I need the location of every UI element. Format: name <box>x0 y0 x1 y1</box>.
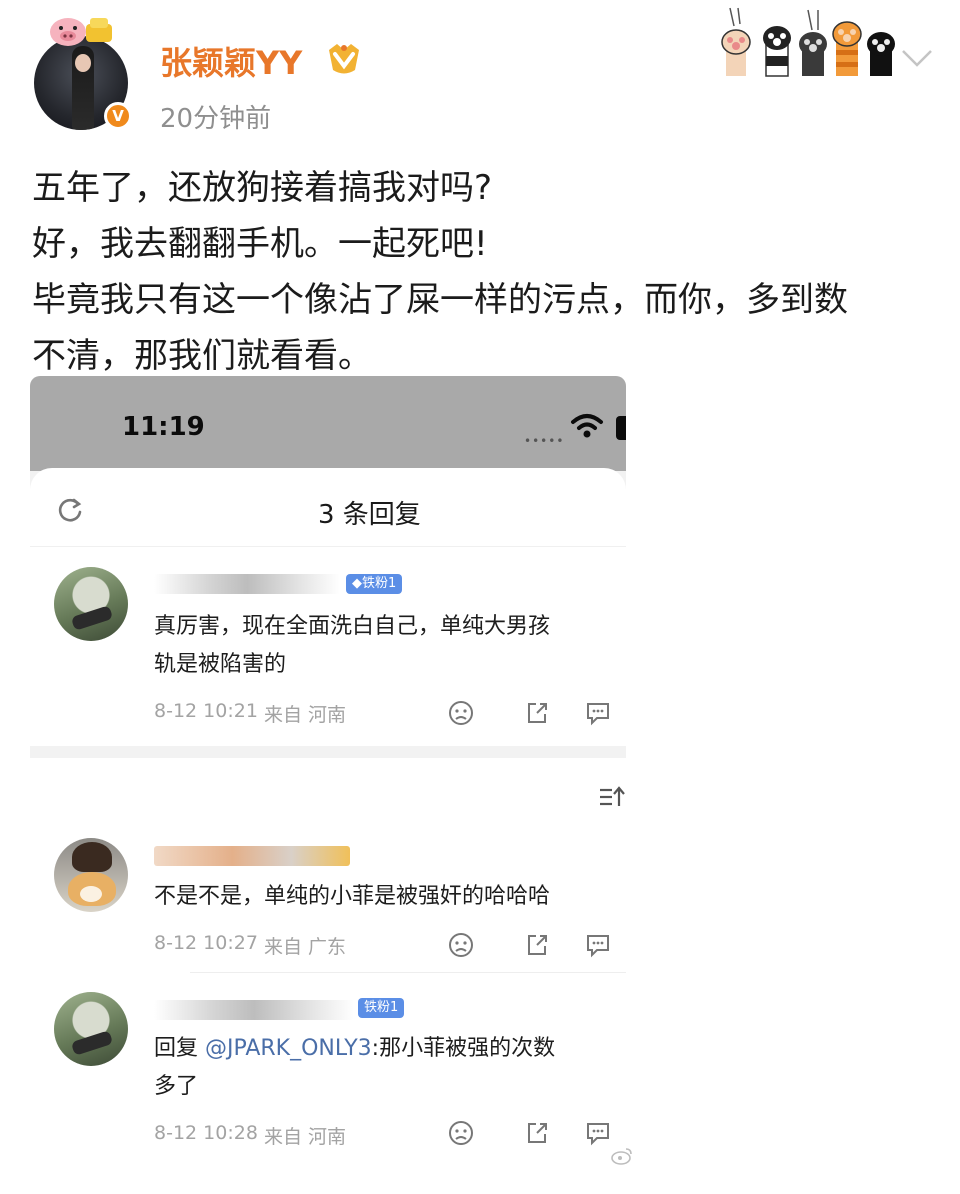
comment-text: 真厉害，现在全面洗白自己，单纯大男孩 <box>154 614 551 639</box>
comment-location: 来自 河南 <box>264 1126 347 1148</box>
sort-icon[interactable] <box>598 784 626 810</box>
post-line: 好，我去翻翻手机。一起死吧! <box>32 224 488 264</box>
mention-link[interactable]: @JPARK_ONLY3 <box>205 1036 372 1061</box>
commenter-name-blurred <box>154 574 340 594</box>
reply-prefix: 回复 <box>154 1036 205 1061</box>
battery-icon <box>616 416 626 440</box>
comment-icon[interactable] <box>585 932 611 958</box>
divider <box>190 972 626 973</box>
post-line: 毕竟我只有这一个像沾了屎一样的污点，而你，多到数 <box>32 280 848 320</box>
signal-dots: ••••• <box>524 434 565 448</box>
sad-face-icon[interactable] <box>448 932 474 958</box>
verified-badge: V <box>104 102 132 130</box>
weibo-watermark-icon <box>611 1148 632 1165</box>
paw-prints-icon <box>721 7 895 77</box>
comment-text: 不是不是，单纯的小菲是被强奸的哈哈哈 <box>154 884 551 909</box>
sad-face-icon[interactable] <box>448 700 474 726</box>
share-icon[interactable] <box>524 932 550 958</box>
comment-date: 8-12 10:21 <box>154 700 258 722</box>
pig-badge-icon <box>50 18 112 46</box>
background <box>626 760 960 1180</box>
comment-text: 回复 @JPARK_ONLY3:那小菲被强的次数 <box>154 1030 626 1068</box>
comment-text: 轨是被陷害的 <box>154 652 287 677</box>
status-time: 11:19 <box>122 412 205 442</box>
wifi-icon <box>571 414 603 438</box>
share-icon[interactable] <box>524 1120 550 1146</box>
post-line: 五年了，还放狗接着搞我对吗? <box>32 168 493 208</box>
sheet-title: 3 条回复 <box>318 500 421 530</box>
comment-icon[interactable] <box>585 700 611 726</box>
commenter-name-blurred <box>154 1000 354 1020</box>
comment-date: 8-12 10:28 <box>154 1122 258 1144</box>
author-username[interactable]: 张颖颖YY <box>160 38 302 84</box>
post-timestamp: 20分钟前 <box>160 104 272 134</box>
divider <box>30 546 626 547</box>
post-body: 五年了，还放狗接着搞我对吗? 好，我去翻翻手机。一起死吧! 毕竟我只有这一个像沾… <box>32 160 932 384</box>
commenter-avatar[interactable] <box>54 992 128 1066</box>
chevron-down-icon[interactable] <box>900 46 934 70</box>
comment-location: 来自 广东 <box>264 936 347 958</box>
reply-text: :那小菲被强的次数 <box>371 1036 556 1061</box>
fan-badge: ◆铁粉1 <box>346 574 403 594</box>
comment-date: 8-12 10:27 <box>154 932 258 954</box>
vip-badge-icon[interactable] <box>325 40 363 78</box>
fan-badge: 铁粉1 <box>358 998 405 1018</box>
commenter-name-blurred <box>154 846 350 866</box>
phone-status-bar: 11:19 ••••• <box>30 376 626 471</box>
share-icon[interactable] <box>524 700 550 726</box>
commenter-avatar[interactable] <box>54 567 128 641</box>
comment-text: 多了 <box>154 1074 199 1099</box>
author-avatar[interactable]: V <box>34 14 132 132</box>
refresh-icon[interactable] <box>56 496 84 524</box>
comment-location: 来自 河南 <box>264 704 347 726</box>
comment-icon[interactable] <box>585 1120 611 1146</box>
sad-face-icon[interactable] <box>448 1120 474 1146</box>
commenter-avatar[interactable] <box>54 838 128 912</box>
